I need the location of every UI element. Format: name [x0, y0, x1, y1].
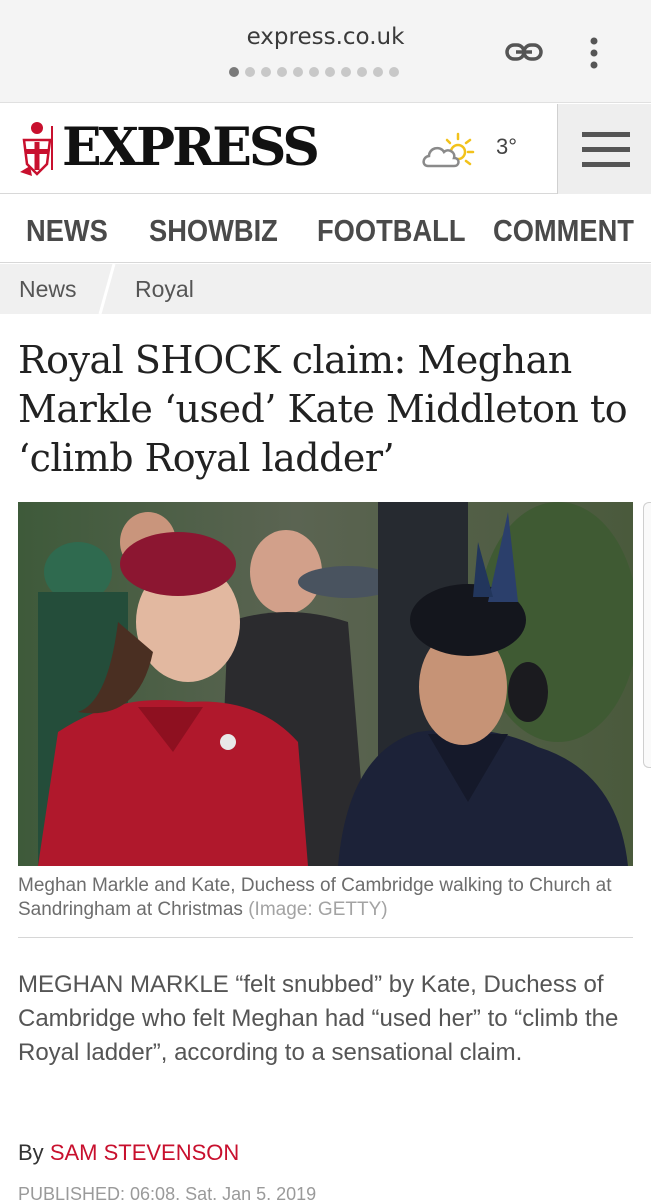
photo-illustration — [18, 502, 633, 866]
breadcrumb-royal[interactable]: Royal — [135, 276, 194, 303]
hamburger-icon — [582, 147, 630, 152]
image-credit: (Image: GETTY) — [248, 899, 388, 920]
hamburger-icon — [582, 162, 630, 167]
byline-prefix: By — [18, 1140, 44, 1165]
tab-dot[interactable] — [309, 67, 319, 77]
caption-divider — [18, 937, 633, 938]
site-header: EXPRESS 3° — [0, 104, 651, 194]
breadcrumb-news[interactable]: News — [19, 276, 77, 303]
tab-dot[interactable] — [325, 67, 335, 77]
article-photo[interactable] — [18, 502, 633, 866]
article-headline: Royal SHOCK claim: Meghan Markle ‘used’ … — [18, 338, 628, 480]
nav-item-comment[interactable]: COMMENT — [493, 213, 634, 249]
address-bar[interactable]: express.co.uk — [0, 24, 651, 50]
article-standfirst: MEGHAN MARKLE “felt snubbed” by Kate, Du… — [18, 971, 619, 1066]
nav-item-news[interactable]: NEWS — [26, 213, 108, 249]
tab-dot[interactable] — [341, 67, 351, 77]
tab-dot[interactable] — [277, 67, 287, 77]
weather-temperature: 3° — [496, 134, 518, 159]
browser-toolbar: express.co.uk — [0, 0, 651, 103]
tab-dot[interactable] — [373, 67, 383, 77]
tab-dot[interactable] — [245, 67, 255, 77]
menu-button[interactable] — [557, 104, 651, 194]
nav-item-football[interactable]: FOOTBALL — [317, 213, 466, 249]
hamburger-icon — [582, 132, 630, 137]
link-icon[interactable] — [504, 38, 544, 66]
breadcrumb: News Royal — [0, 264, 651, 314]
side-panel-handle[interactable] — [643, 502, 651, 768]
tab-dot[interactable] — [261, 67, 271, 77]
photo-caption: Meghan Markle and Kate, Duchess of Cambr… — [18, 874, 633, 922]
site-logo[interactable]: EXPRESS — [62, 116, 320, 180]
crusader-logo-icon[interactable] — [16, 120, 58, 178]
published-date: PUBLISHED: 06:08, Sat, Jan 5, 2019 — [18, 1184, 317, 1200]
tab-dot[interactable] — [357, 67, 367, 77]
tab-indicator — [229, 67, 399, 77]
breadcrumb-separator — [98, 264, 116, 314]
partly-cloudy-icon — [422, 132, 475, 168]
author-link[interactable]: SAM STEVENSON — [50, 1140, 239, 1165]
tab-dot[interactable] — [293, 67, 303, 77]
more-options-icon[interactable] — [584, 36, 604, 70]
nav-item-showbiz[interactable]: SHOWBIZ — [149, 213, 278, 249]
article-byline: By SAM STEVENSON — [18, 1140, 239, 1166]
tab-dot[interactable] — [389, 67, 399, 77]
main-nav: NEWS SHOWBIZ FOOTBALL COMMENT — [0, 195, 651, 263]
tab-dot[interactable] — [229, 67, 239, 77]
